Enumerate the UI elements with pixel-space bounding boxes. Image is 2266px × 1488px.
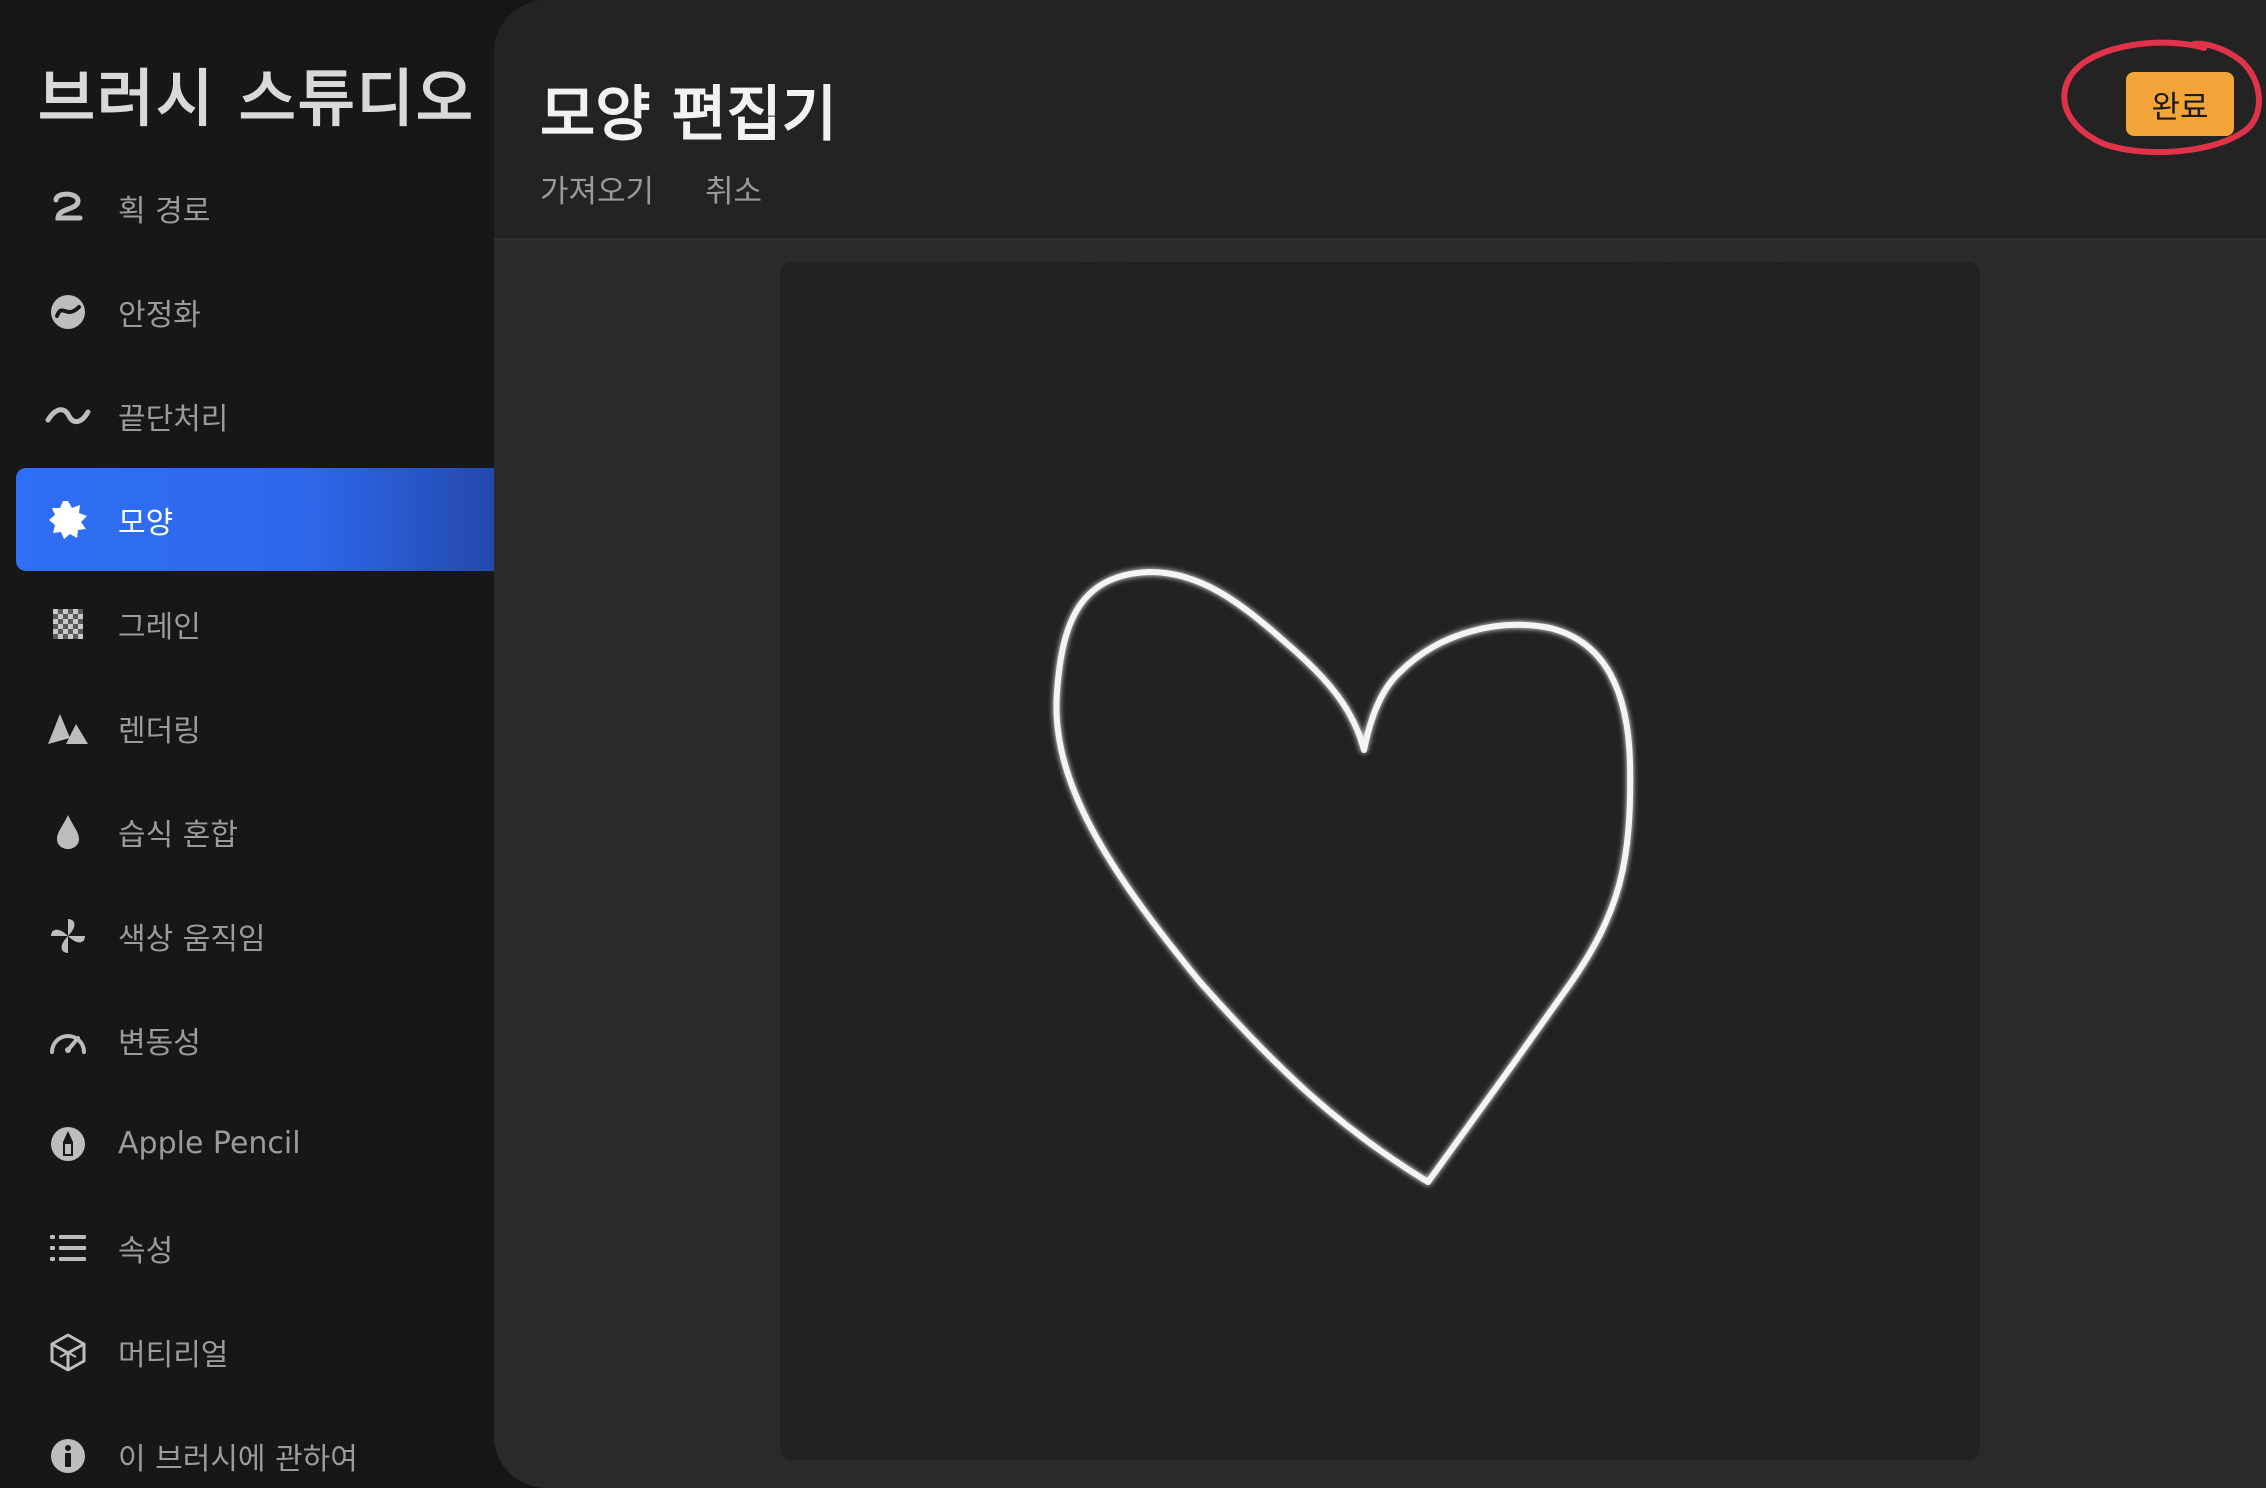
sidebar-item-properties[interactable]: 속성 [16,1196,494,1299]
sidebar-item-label: 그레인 [118,609,201,645]
wet-mix-icon [42,806,94,858]
shape-editor-panel: 모양 편집기 가져오기 취소 완료 [494,0,2266,1488]
grain-icon [42,598,94,650]
stabilization-icon [42,286,94,338]
sidebar-item-shape[interactable]: 모양 [16,468,494,571]
sidebar-item-label: 렌더링 [118,713,201,749]
sidebar: 브러시 스튜디오 획 경로 안정화 끝단처리 모양 그레인 렌더링 습식 혼합 … [0,0,494,1488]
heart-shape [1053,569,1634,1185]
sidebar-item-stabilization[interactable]: 안정화 [16,260,494,363]
taper-icon [42,390,94,442]
sidebar-item-about-brush[interactable]: 이 브러시에 관하여 [16,1404,494,1488]
sidebar-item-label: Apple Pencil [118,1126,301,1161]
sidebar-item-dynamics[interactable]: 변동성 [16,988,494,1091]
sidebar-item-taper[interactable]: 끝단처리 [16,364,494,467]
shape-canvas[interactable] [780,262,1980,1460]
brush-studio-app: 브러시 스튜디오 획 경로 안정화 끝단처리 모양 그레인 렌더링 습식 혼합 … [0,0,2266,1488]
cube-icon [42,1326,94,1378]
sidebar-item-label: 획 경로 [118,193,211,229]
sidebar-item-label: 이 브러시에 관하여 [118,1441,358,1477]
import-button[interactable]: 가져오기 [540,166,654,211]
editor-header: 모양 편집기 가져오기 취소 완료 [494,0,2266,240]
sidebar-item-color-dynamics[interactable]: 색상 움직임 [16,884,494,987]
done-button[interactable]: 완료 [2126,72,2234,136]
info-icon [42,1430,94,1482]
sidebar-item-wet-mix[interactable]: 습식 혼합 [16,780,494,883]
speedometer-icon [42,1014,94,1066]
sidebar-item-label: 모양 [118,505,174,541]
sidebar-item-apple-pencil[interactable]: Apple Pencil [16,1092,494,1195]
sidebar-item-label: 안정화 [118,297,201,333]
shape-icon [42,494,94,546]
pinwheel-icon [42,910,94,962]
stroke-path-icon [42,182,94,234]
sidebar-item-label: 습식 혼합 [118,817,238,853]
sidebar-item-label: 끝단처리 [118,401,229,437]
sidebar-item-label: 속성 [118,1233,174,1269]
cancel-button[interactable]: 취소 [705,166,762,211]
sidebar-item-label: 변동성 [118,1025,201,1061]
page-title: 모양 편집기 [540,80,837,150]
sidebar-title: 브러시 스튜디오 [38,62,475,135]
sidebar-item-rendering[interactable]: 렌더링 [16,676,494,779]
list-icon [42,1222,94,1274]
canvas-area [494,240,2266,1488]
sidebar-item-materials[interactable]: 머티리얼 [16,1300,494,1403]
sidebar-item-label: 색상 움직임 [118,921,266,957]
sidebar-item-grain[interactable]: 그레인 [16,572,494,675]
rendering-icon [42,702,94,754]
sidebar-item-stroke-path[interactable]: 획 경로 [16,156,494,259]
sidebar-item-label: 머티리얼 [118,1337,229,1373]
apple-pencil-icon [42,1118,94,1170]
